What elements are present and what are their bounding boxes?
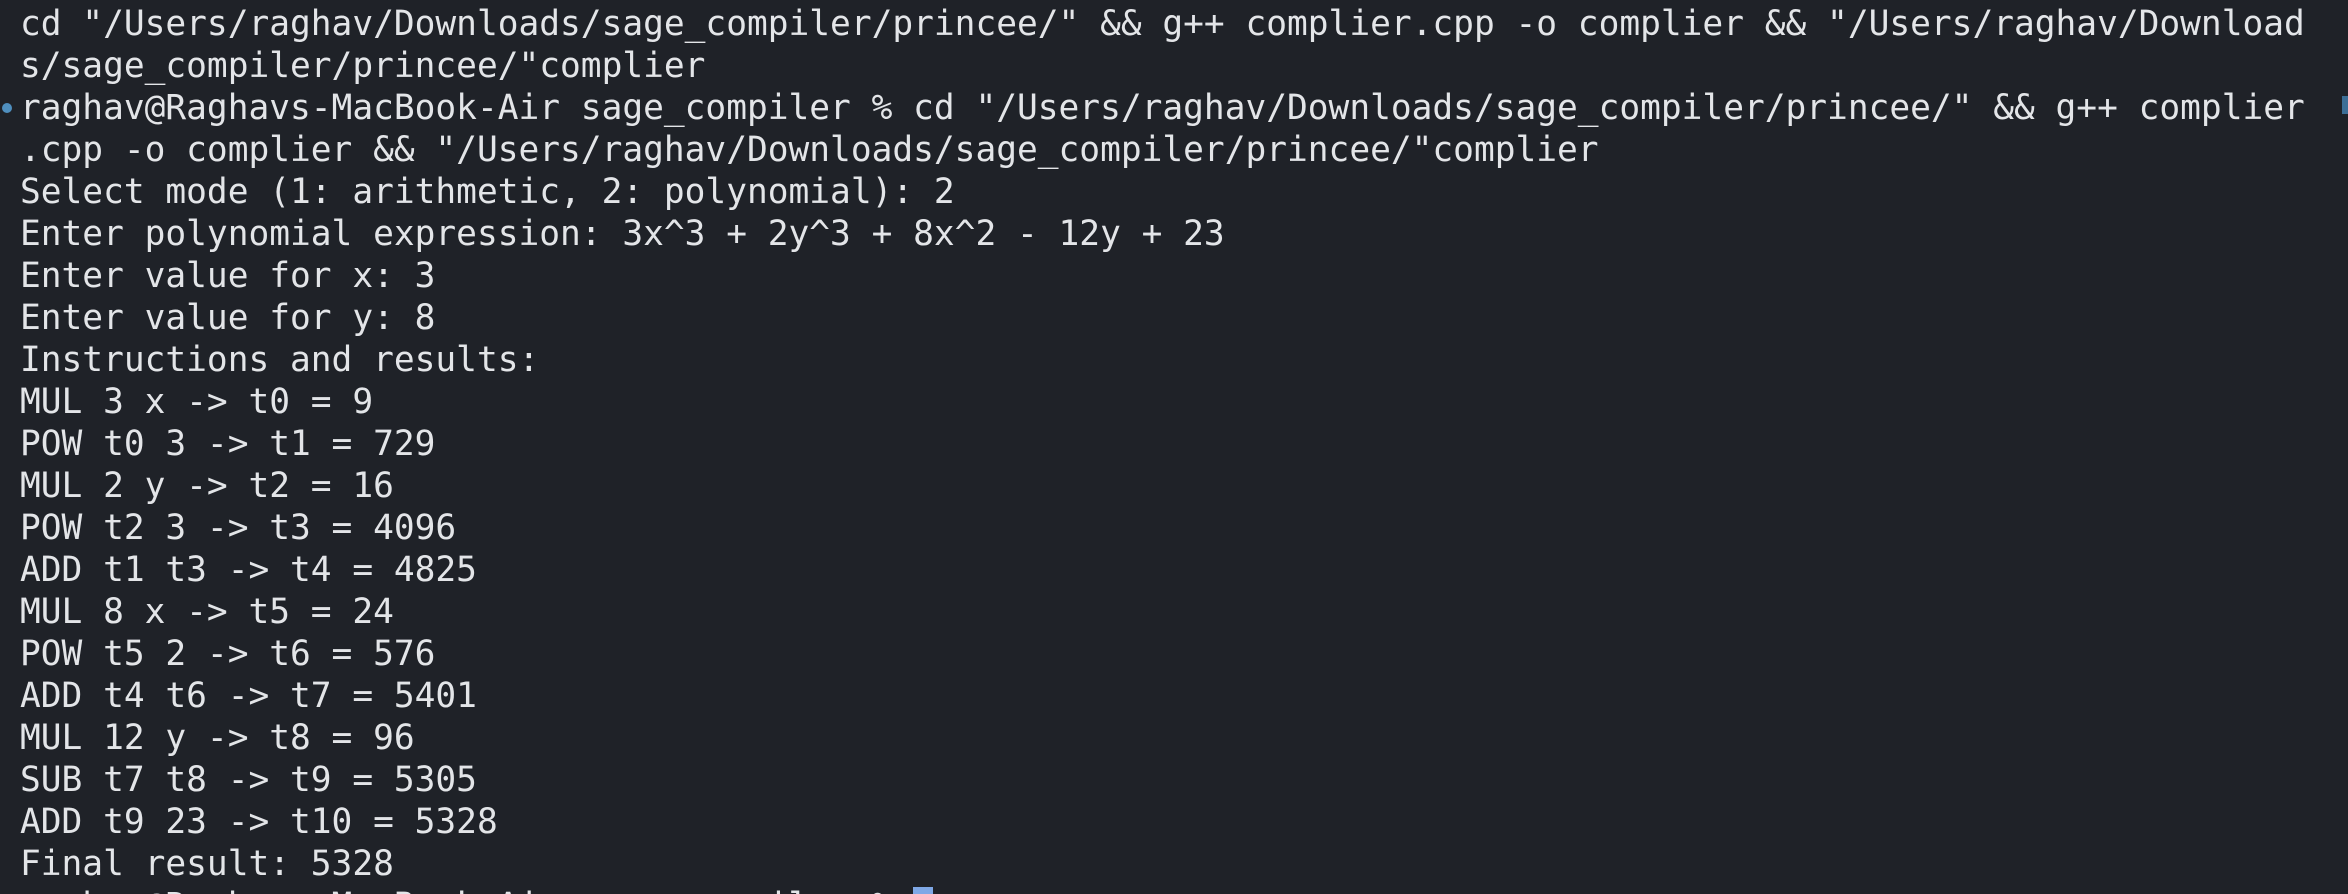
terminal-line: s/sage_compiler/princee/"complier <box>20 46 706 86</box>
terminal-line: Select mode (1: arithmetic, 2: polynomia… <box>20 172 955 212</box>
terminal-line: ADD t4 t6 -> t7 = 5401 <box>20 676 477 716</box>
terminal-line: Enter polynomial expression: 3x^3 + 2y^3… <box>20 214 1225 254</box>
terminal-line: SUB t7 t8 -> t9 = 5305 <box>20 760 477 800</box>
terminal-line: POW t0 3 -> t1 = 729 <box>20 424 436 464</box>
terminal-line: Enter value for x: 3 <box>20 256 436 296</box>
scroll-marker <box>2342 96 2348 114</box>
terminal-line: .cpp -o complier && "/Users/raghav/Downl… <box>20 130 1599 170</box>
terminal-line: ADD t1 t3 -> t4 = 4825 <box>20 550 477 590</box>
terminal-line: MUL 12 y -> t8 = 96 <box>20 718 415 758</box>
terminal-line: Instructions and results: <box>20 340 540 380</box>
text-cursor <box>913 887 934 894</box>
prompt-text: raghav@Raghavs-MacBook-Air sage_compiler… <box>20 886 913 894</box>
terminal-line: MUL 3 x -> t0 = 9 <box>20 382 374 422</box>
terminal-line: POW t2 3 -> t3 = 4096 <box>20 508 457 548</box>
terminal-line: ADD t9 23 -> t10 = 5328 <box>20 802 498 842</box>
command-marker-icon <box>2 103 12 113</box>
terminal-window[interactable]: cd "/Users/raghav/Downloads/sage_compile… <box>0 0 2348 894</box>
terminal-line-prompt: raghav@Raghavs-MacBook-Air sage_compiler… <box>2 87 2348 129</box>
terminal-line: MUL 2 y -> t2 = 16 <box>20 466 394 506</box>
terminal-line: POW t5 2 -> t6 = 576 <box>20 634 436 674</box>
terminal-line: Final result: 5328 <box>20 844 394 884</box>
terminal-line: Enter value for y: 8 <box>20 298 436 338</box>
terminal-line: cd "/Users/raghav/Downloads/sage_compile… <box>20 4 2305 44</box>
command-text: raghav@Raghavs-MacBook-Air sage_compiler… <box>20 88 2305 128</box>
terminal-line: MUL 8 x -> t5 = 24 <box>20 592 394 632</box>
terminal-current-prompt[interactable]: raghav@Raghavs-MacBook-Air sage_compiler… <box>20 885 2348 894</box>
